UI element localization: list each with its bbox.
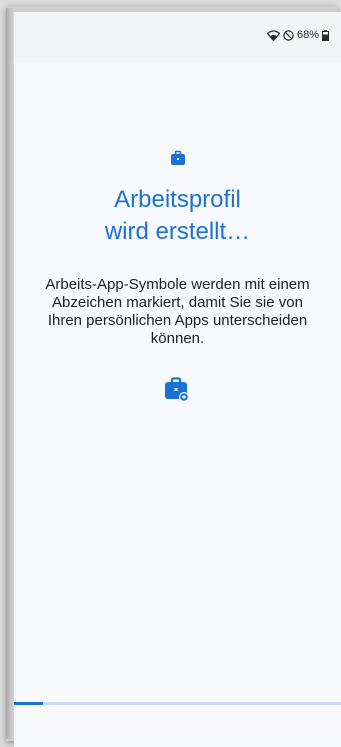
work-badge-briefcase-icon [164, 377, 190, 403]
device-edge [6, 8, 14, 739]
battery-icon [322, 29, 329, 41]
title-line-2: wird erstellt… [104, 218, 251, 245]
wifi-icon [266, 29, 280, 41]
description-text: Arbeits-App-Symbole werden mit einem Abz… [45, 276, 310, 347]
battery-text: 68% [296, 29, 319, 41]
page-title: Arbeitsprofil wird erstellt… [14, 184, 341, 248]
status-bar: 68% [14, 12, 341, 58]
briefcase-icon [170, 150, 186, 166]
content-area: Arbeitsprofil wird erstellt… Arbeits-App… [14, 62, 341, 747]
bottom-area [14, 705, 341, 747]
do-not-disturb-icon [283, 29, 294, 41]
title-line-1: Arbeitsprofil [114, 186, 241, 213]
phone-screen: 68% Arbeitsprofil wird erstellt… Arbeits… [14, 12, 341, 747]
